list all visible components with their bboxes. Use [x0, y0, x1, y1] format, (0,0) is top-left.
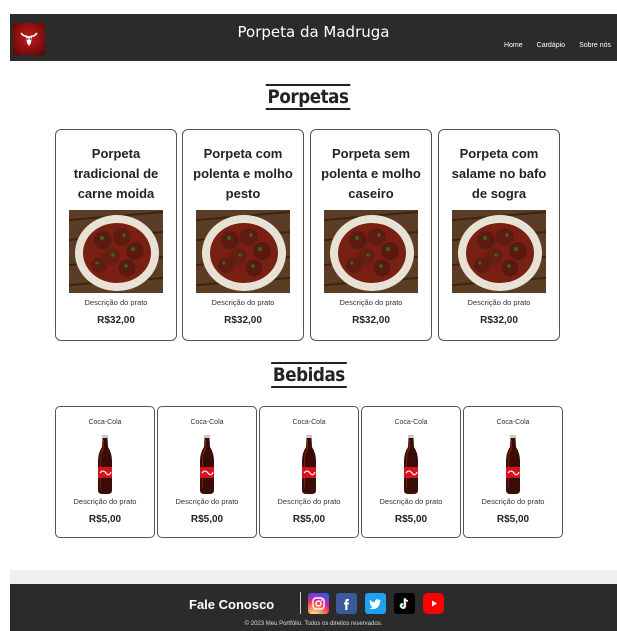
drink-description: Descrição do prato	[379, 497, 443, 506]
meatball-dish-image	[452, 210, 546, 293]
food-card[interactable]: Porpeta com polenta e molho pesto Descri…	[182, 129, 304, 341]
drink-description: Descrição do prato	[277, 497, 341, 506]
food-name: Porpeta com salame no bafo de sogra	[451, 146, 547, 201]
facebook-icon[interactable]	[336, 593, 357, 614]
drink-price: R$5,00	[88, 514, 122, 525]
site-footer: Fale Conosco © 2023 Meu Portfólio. Todos…	[10, 584, 617, 631]
drinks-section-heading: Bebidas	[270, 362, 347, 388]
cola-bottle-image	[94, 435, 116, 495]
drink-description: Descrição do prato	[175, 497, 239, 506]
food-name: Porpeta com polenta e molho pesto	[193, 146, 293, 201]
tiktok-icon[interactable]	[394, 593, 415, 614]
site-title: Porpeta da Madruga	[237, 23, 390, 41]
cola-bottle-image	[502, 435, 524, 495]
food-name: Porpeta tradicional de carne moida	[73, 146, 159, 201]
food-description: Descrição do prato	[339, 298, 403, 307]
nav-sobre-nos[interactable]: Sobre nós	[579, 42, 611, 49]
meatball-dish-image	[324, 210, 418, 293]
food-name: Porpeta sem polenta e molho caseiro	[321, 146, 421, 201]
meatball-dish-image	[196, 210, 290, 293]
drink-card[interactable]: Coca-Cola Descrição do prato R$5,00	[361, 406, 461, 538]
instagram-icon[interactable]	[308, 593, 329, 614]
food-section-heading: Porpetas	[266, 84, 351, 110]
drink-price: R$5,00	[496, 514, 530, 525]
food-price: R$32,00	[480, 315, 518, 326]
drink-name: Coca-Cola	[394, 419, 428, 426]
main-nav: Home Cardápio Sobre nós	[504, 42, 611, 49]
meatball-dish-image	[69, 210, 163, 293]
drink-price: R$5,00	[394, 514, 428, 525]
food-description: Descrição do prato	[84, 298, 148, 307]
food-price: R$32,00	[97, 315, 135, 326]
food-description: Descrição do prato	[211, 298, 275, 307]
drink-card[interactable]: Coca-Cola Descrição do prato R$5,00	[463, 406, 563, 538]
food-section-title: Porpetas	[0, 84, 617, 110]
drink-description: Descrição do prato	[481, 497, 545, 506]
drink-card[interactable]: Coca-Cola Descrição do prato R$5,00	[55, 406, 155, 538]
drink-price: R$5,00	[292, 514, 326, 525]
site-header: Porpeta da Madruga Home Cardápio Sobre n…	[10, 14, 617, 61]
footer-divider	[300, 592, 301, 614]
food-card[interactable]: Porpeta sem polenta e molho caseiro Desc…	[310, 129, 432, 341]
drink-card[interactable]: Coca-Cola Descrição do prato R$5,00	[157, 406, 257, 538]
food-description: Descrição do prato	[467, 298, 531, 307]
drink-name: Coca-Cola	[292, 419, 326, 426]
cola-bottle-image	[196, 435, 218, 495]
food-card[interactable]: Porpeta tradicional de carne moida Descr…	[55, 129, 177, 341]
food-card[interactable]: Porpeta com salame no bafo de sogra Desc…	[438, 129, 560, 341]
youtube-icon[interactable]	[423, 593, 444, 614]
drink-name: Coca-Cola	[190, 419, 224, 426]
copyright-text: © 2023 Meu Portfólio. Todos os direitos …	[244, 621, 383, 627]
nav-cardapio[interactable]: Cardápio	[537, 42, 565, 49]
twitter-icon[interactable]	[365, 593, 386, 614]
drink-card[interactable]: Coca-Cola Descrição do prato R$5,00	[259, 406, 359, 538]
drinks-section-title: Bebidas	[0, 362, 617, 388]
food-price: R$32,00	[224, 315, 262, 326]
drink-description: Descrição do prato	[73, 497, 137, 506]
drink-price: R$5,00	[190, 514, 224, 525]
drink-name: Coca-Cola	[88, 419, 122, 426]
drink-name: Coca-Cola	[496, 419, 530, 426]
cola-bottle-image	[298, 435, 320, 495]
footer-separator	[10, 570, 617, 584]
nav-home[interactable]: Home	[504, 42, 523, 49]
food-price: R$32,00	[352, 315, 390, 326]
cola-bottle-image	[400, 435, 422, 495]
contact-heading: Fale Conosco	[189, 597, 275, 612]
